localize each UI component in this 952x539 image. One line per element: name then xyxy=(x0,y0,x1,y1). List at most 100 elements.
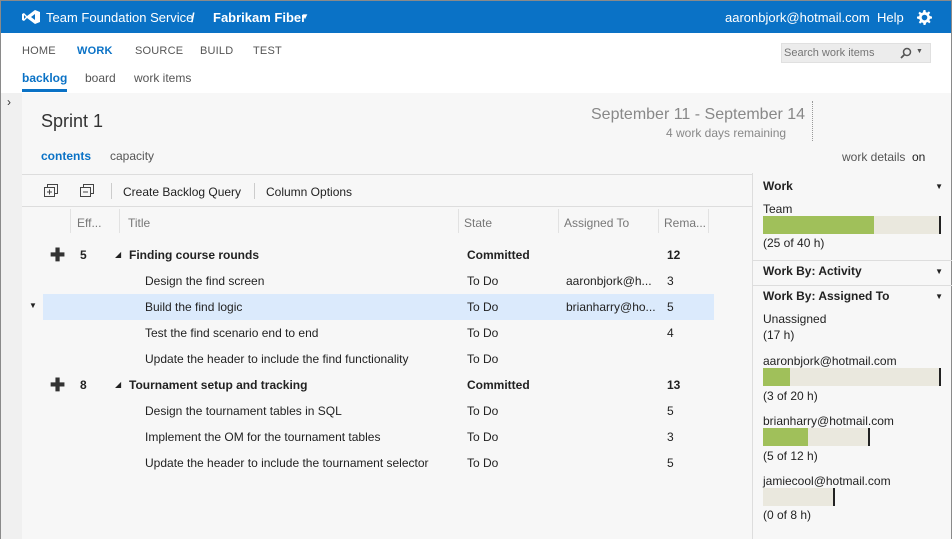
product-name[interactable]: Team Foundation Service xyxy=(46,10,193,25)
chevron-down-icon[interactable]: ▼ xyxy=(935,292,943,301)
breadcrumb-separator: / xyxy=(191,10,195,25)
team-capacity-bar xyxy=(763,216,941,234)
user-name[interactable]: aaronbjork@hotmail.com xyxy=(725,10,870,25)
cell-state: To Do xyxy=(467,430,499,444)
expand-chevron-icon[interactable]: › xyxy=(7,95,11,109)
capacity-marker xyxy=(868,428,870,446)
person-hours: (3 of 20 h) xyxy=(763,389,818,403)
tab-home[interactable]: HOME xyxy=(22,45,56,57)
column-separator xyxy=(458,209,459,233)
tab-test[interactable]: TEST xyxy=(253,45,282,57)
cell-title[interactable]: Design the find screen xyxy=(145,274,264,288)
search-icon[interactable] xyxy=(900,47,912,59)
tab-capacity[interactable]: capacity xyxy=(110,149,154,163)
collapse-triangle-icon[interactable]: ◢ xyxy=(115,380,121,389)
cell-effort: 5 xyxy=(80,248,87,262)
cell-effort: 8 xyxy=(80,378,87,392)
work-details-label: work details xyxy=(842,150,906,164)
table-row[interactable]: Design the tournament tables in SQL To D… xyxy=(43,398,714,424)
person-hours: (5 of 12 h) xyxy=(763,449,818,463)
column-header-remaining[interactable]: Rema... xyxy=(664,216,706,230)
cell-title[interactable]: Update the header to include the tournam… xyxy=(145,456,429,470)
table-row-selected[interactable]: Build the find logic To Do brianharry@ho… xyxy=(43,294,714,320)
team-capacity-text: (25 of 40 h) xyxy=(763,236,825,250)
cell-assigned-to: aaronbjork@h... xyxy=(566,274,652,288)
chevron-down-icon[interactable]: ▼ xyxy=(935,182,943,191)
cell-title[interactable]: Update the header to include the find fu… xyxy=(145,352,409,366)
team-capacity-fill xyxy=(763,216,875,234)
top-bar: Team Foundation Service / Fabrikam Fiber… xyxy=(1,1,951,33)
person-capacity-fill xyxy=(763,428,808,446)
tab-build[interactable]: BUILD xyxy=(200,45,233,57)
divider xyxy=(812,101,813,141)
expand-all-icon[interactable] xyxy=(44,184,58,197)
help-link[interactable]: Help xyxy=(877,10,904,25)
active-tab-underline xyxy=(22,89,67,92)
column-header-state[interactable]: State xyxy=(464,216,492,230)
collapse-all-icon[interactable] xyxy=(80,184,94,197)
toolbar: Create Backlog Query Column Options xyxy=(22,174,752,207)
tab-board[interactable]: board xyxy=(85,71,116,85)
cell-state: To Do xyxy=(467,326,499,340)
column-options-button[interactable]: Column Options xyxy=(266,185,352,199)
table-row[interactable]: Test the find scenario end to end To Do … xyxy=(43,320,714,346)
visual-studio-logo-icon xyxy=(22,10,40,24)
search-input[interactable] xyxy=(784,46,894,60)
column-separator xyxy=(119,209,120,233)
table-row[interactable]: ✚ 8 ◢ Tournament setup and tracking Comm… xyxy=(43,372,714,398)
column-separator xyxy=(708,209,709,233)
column-header-effort[interactable]: Eff... xyxy=(77,216,101,230)
cell-title[interactable]: Design the tournament tables in SQL xyxy=(145,404,342,418)
work-section-title[interactable]: Work xyxy=(763,179,793,193)
tab-source[interactable]: SOURCE xyxy=(135,45,183,57)
work-by-activity-title[interactable]: Work By: Activity xyxy=(763,264,862,278)
create-backlog-query-button[interactable]: Create Backlog Query xyxy=(123,185,241,199)
cell-state: To Do xyxy=(467,404,499,418)
work-details-toggle[interactable]: on xyxy=(912,150,925,164)
search-options-chevron-icon[interactable]: ▼ xyxy=(916,48,923,55)
table-row[interactable]: Implement the OM for the tournament tabl… xyxy=(43,424,714,450)
table-row[interactable]: Update the header to include the tournam… xyxy=(43,450,714,476)
cell-remaining: 5 xyxy=(667,456,674,470)
divider xyxy=(753,285,952,286)
gear-icon[interactable] xyxy=(917,10,932,25)
cell-title[interactable]: Finding course rounds xyxy=(129,248,259,262)
cell-state: To Do xyxy=(467,274,499,288)
toolbar-separator xyxy=(111,183,112,199)
page-title: Sprint 1 xyxy=(41,111,104,131)
toolbar-separator xyxy=(254,183,255,199)
chevron-down-icon[interactable]: ▼ xyxy=(935,267,943,276)
table-row[interactable]: Design the find screen To Do aaronbjork@… xyxy=(43,268,714,294)
column-header-assigned-to[interactable]: Assigned To xyxy=(564,216,629,230)
cell-state: Committed xyxy=(467,378,530,392)
column-separator xyxy=(70,209,71,233)
tab-backlog[interactable]: backlog xyxy=(22,71,67,85)
search-box[interactable]: ▼ xyxy=(781,43,931,63)
project-selector[interactable]: Fabrikam Fiber xyxy=(213,10,306,25)
capacity-marker xyxy=(833,488,835,506)
column-separator xyxy=(658,209,659,233)
chevron-down-icon[interactable]: ▼ xyxy=(301,12,309,21)
table-row[interactable]: Update the header to include the find fu… xyxy=(43,346,714,372)
person-hours: (0 of 8 h) xyxy=(763,508,812,522)
cell-remaining: 3 xyxy=(667,274,674,288)
cell-title[interactable]: Tournament setup and tracking xyxy=(129,378,307,392)
tab-work-items[interactable]: work items xyxy=(134,71,191,85)
capacity-marker xyxy=(939,368,941,386)
cell-title[interactable]: Build the find logic xyxy=(145,300,242,314)
cell-title[interactable]: Implement the OM for the tournament tabl… xyxy=(145,430,380,444)
cell-assigned-to: brianharry@ho... xyxy=(566,300,656,314)
tab-work[interactable]: WORK xyxy=(77,45,113,57)
cell-title[interactable]: Test the find scenario end to end xyxy=(145,326,318,340)
cell-remaining: 3 xyxy=(667,430,674,444)
collapsed-sidebar[interactable]: › xyxy=(1,93,22,539)
tab-contents[interactable]: contents xyxy=(41,149,91,163)
collapse-triangle-icon[interactable]: ◢ xyxy=(115,250,121,259)
person-capacity-bar xyxy=(763,428,870,446)
work-by-assigned-title[interactable]: Work By: Assigned To xyxy=(763,289,889,303)
column-header-title[interactable]: Title xyxy=(128,216,150,230)
add-task-icon[interactable]: ✚ xyxy=(50,246,65,264)
add-task-icon[interactable]: ✚ xyxy=(50,376,65,394)
table-row[interactable]: ✚ 5 ◢ Finding course rounds Committed 12 xyxy=(43,242,714,268)
row-context-menu-icon[interactable]: ▼ xyxy=(29,301,37,310)
